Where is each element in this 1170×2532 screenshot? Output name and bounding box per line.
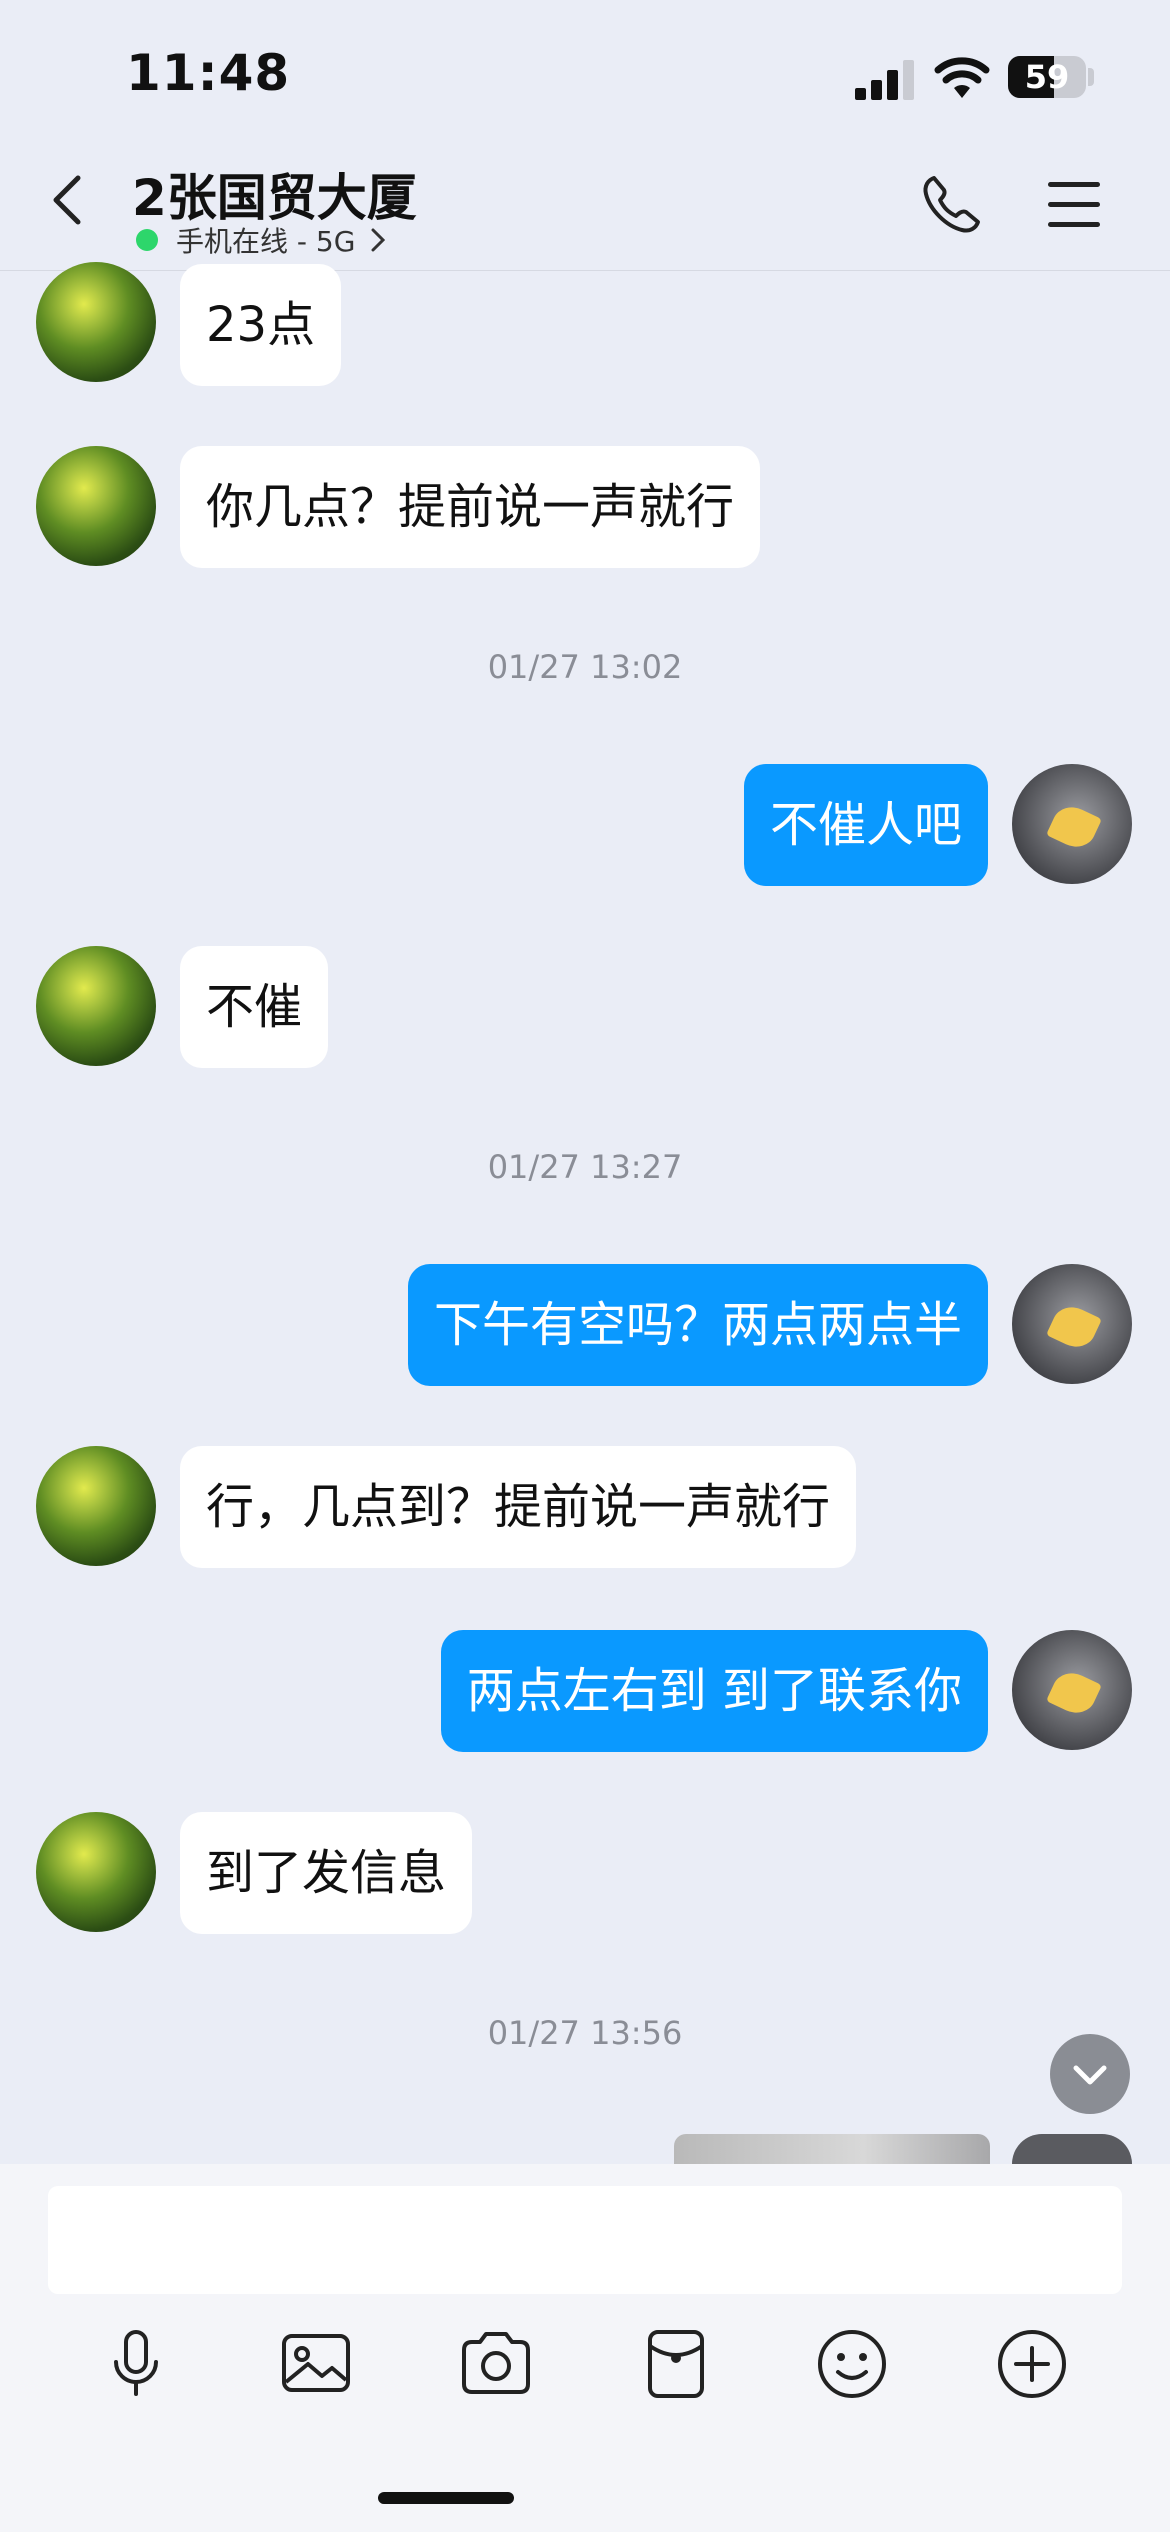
message-bubble-incoming[interactable]: 行，几点到？提前说一声就行	[180, 1446, 857, 1568]
friend-avatar[interactable]	[36, 262, 156, 382]
menu-icon[interactable]	[1048, 180, 1104, 232]
phone-call-icon[interactable]	[916, 170, 986, 240]
microphone-icon[interactable]	[96, 2324, 176, 2404]
battery-tip	[1088, 68, 1094, 86]
composer-area	[0, 2164, 1170, 2532]
friend-avatar[interactable]	[36, 946, 156, 1066]
message-bubble-incoming[interactable]: 23点	[180, 264, 342, 386]
friend-avatar[interactable]	[36, 1446, 156, 1566]
plus-icon[interactable]	[992, 2324, 1072, 2404]
image-icon[interactable]	[276, 2324, 356, 2404]
image-message-preview[interactable]	[674, 2134, 990, 2164]
message-bubble-incoming[interactable]: 不催	[180, 946, 329, 1068]
my-avatar[interactable]	[1012, 1630, 1132, 1750]
chevron-down-icon	[1073, 2065, 1107, 2085]
friend-avatar[interactable]	[36, 1812, 156, 1932]
message-bubble-outgoing[interactable]: 两点左右到 到了联系你	[440, 1630, 988, 1752]
chat-header: 2张国贸大厦 手机在线 - 5G	[0, 140, 1170, 271]
message-bubble-incoming[interactable]: 你几点？提前说一声就行	[180, 446, 761, 568]
message-bubble-incoming[interactable]: 到了发信息	[180, 1812, 473, 1934]
cellular-signal-icon	[855, 58, 917, 100]
home-indicator[interactable]	[378, 2492, 514, 2504]
back-icon[interactable]	[40, 170, 100, 230]
status-bar: 11:48 59	[0, 0, 1170, 140]
camera-icon[interactable]	[456, 2324, 536, 2404]
message-input[interactable]	[48, 2186, 1122, 2294]
online-dot-icon	[136, 229, 158, 251]
message-bubble-outgoing[interactable]: 不催人吧	[743, 764, 988, 886]
red-packet-icon[interactable]	[636, 2324, 716, 2404]
presence-text: 手机在线 - 5G	[176, 225, 356, 258]
chevron-right-icon	[371, 228, 386, 252]
my-avatar[interactable]	[1012, 2134, 1132, 2164]
message-timestamp: 01/27 13:56	[487, 2014, 683, 2052]
my-avatar[interactable]	[1012, 764, 1132, 884]
my-avatar[interactable]	[1012, 1264, 1132, 1384]
emoji-icon[interactable]	[812, 2324, 892, 2404]
message-timestamp: 01/27 13:02	[487, 648, 683, 686]
wifi-icon	[934, 57, 990, 98]
presence-status[interactable]: 手机在线 - 5G	[136, 220, 387, 260]
battery-level: 59	[1024, 58, 1070, 96]
message-timestamp: 01/27 13:27	[487, 1148, 683, 1186]
friend-avatar[interactable]	[36, 446, 156, 566]
scroll-to-bottom-button[interactable]	[1050, 2034, 1130, 2114]
status-time: 11:48	[126, 44, 291, 102]
battery-icon: 59	[1008, 56, 1086, 98]
message-bubble-outgoing[interactable]: 下午有空吗？两点两点半	[407, 1264, 988, 1386]
